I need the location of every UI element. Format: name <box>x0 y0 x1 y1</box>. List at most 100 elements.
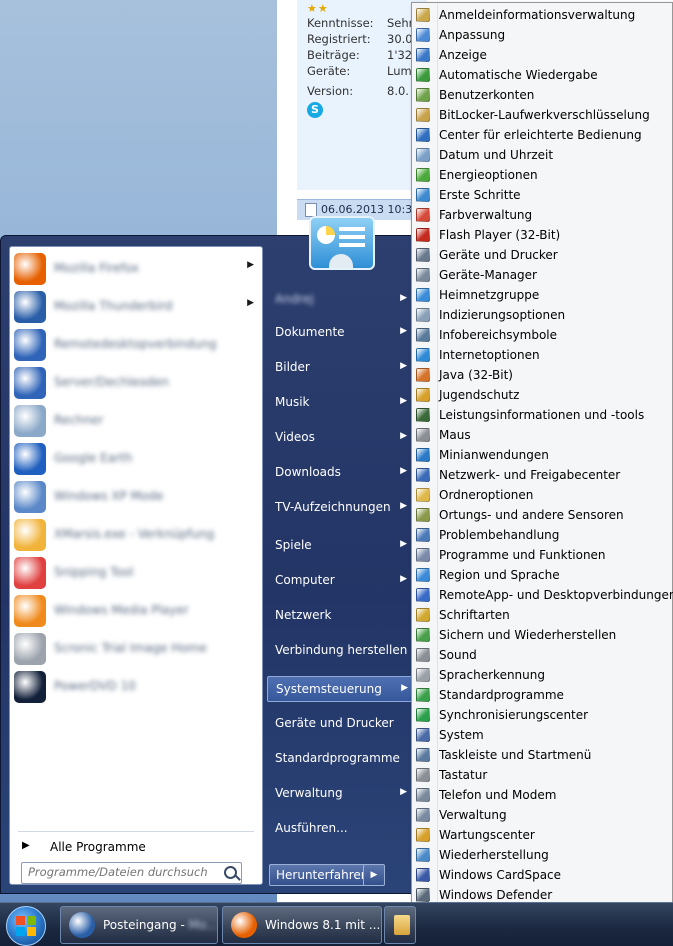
network-center-icon <box>416 468 430 482</box>
control-panel-item[interactable]: Anpassung <box>412 25 672 45</box>
user-picture-icon[interactable] <box>309 216 375 270</box>
program-item[interactable]: Mozilla Thunderbird ▶ <box>12 289 260 325</box>
control-panel-item-label: Tastatur <box>439 768 488 782</box>
control-panel-item[interactable]: Energieoptionen <box>412 165 672 185</box>
control-panel-item[interactable]: Internetoptionen <box>412 345 672 365</box>
remote-desktop-icon <box>14 329 46 361</box>
start-link-geräte-und-drucker[interactable]: Geräte und Drucker <box>267 711 411 735</box>
taskbar-button-explorer[interactable] <box>384 906 416 944</box>
control-panel-item[interactable]: Datum und Uhrzeit <box>412 145 672 165</box>
control-panel-item[interactable]: Benutzerkonten <box>412 85 672 105</box>
control-panel-item-label: Geräte und Drucker <box>439 248 558 262</box>
control-panel-item[interactable]: Windows CardSpace <box>412 865 672 885</box>
control-panel-item[interactable]: Schriftarten <box>412 605 672 625</box>
control-panel-item[interactable]: Taskleiste und Startmenü <box>412 745 672 765</box>
control-panel-item[interactable]: Synchronisierungscenter <box>412 705 672 725</box>
control-panel-item[interactable]: Netzwerk- und Freigabecenter <box>412 465 672 485</box>
control-panel-item[interactable]: Erste Schritte <box>412 185 672 205</box>
program-item[interactable]: PowerDVD 10 <box>12 669 260 705</box>
start-link-andrej[interactable]: Andrej ▶ <box>267 287 411 311</box>
control-panel-item[interactable]: Anzeige <box>412 45 672 65</box>
control-panel-item[interactable]: Sound <box>412 645 672 665</box>
taskbar-button[interactable]: Posteingang - Mo... <box>60 906 218 944</box>
control-panel-item[interactable]: Problembehandlung <box>412 525 672 545</box>
taskbar-button-label: Posteingang - Mo... <box>103 918 217 932</box>
control-panel-item[interactable]: Region und Sprache <box>412 565 672 585</box>
start-link-standardprogramme[interactable]: Standardprogramme <box>267 746 411 770</box>
start-link-downloads[interactable]: Downloads ▶ <box>267 460 411 484</box>
control-panel-item[interactable]: RemoteApp- und Desktopverbindungen <box>412 585 673 605</box>
control-panel-item[interactable]: Wiederherstellung <box>412 845 672 865</box>
start-link-systemsteuerung[interactable]: Systemsteuerung ▶ <box>267 676 413 702</box>
program-item[interactable]: Remotedesktopverbindung <box>12 327 260 363</box>
control-panel-item[interactable]: Programme und Funktionen <box>412 545 672 565</box>
control-panel-item[interactable]: Java (32-Bit) <box>412 365 672 385</box>
start-link-verbindung-herstellen[interactable]: Verbindung herstellen <box>267 638 411 662</box>
control-panel-item-label: Infobereichsymbole <box>439 328 558 342</box>
program-item[interactable]: Google Earth <box>12 441 260 477</box>
start-link-tv-aufzeichnungen[interactable]: TV-Aufzeichnungen ▶ <box>267 495 411 519</box>
control-panel-item[interactable]: Minianwendungen <box>412 445 672 465</box>
start-link-videos[interactable]: Videos ▶ <box>267 425 411 449</box>
control-panel-item[interactable]: Flash Player (32-Bit) <box>412 225 672 245</box>
control-panel-item-label: Internetoptionen <box>439 348 540 362</box>
control-panel-item[interactable]: Standardprogramme <box>412 685 672 705</box>
profile-value: Sehr <box>387 16 414 30</box>
control-panel-item[interactable]: Farbverwaltung <box>412 205 672 225</box>
search-box[interactable] <box>21 862 242 884</box>
start-link-ausführen[interactable]: Ausführen... <box>267 816 411 840</box>
control-panel-item[interactable]: Jugendschutz <box>412 385 672 405</box>
program-item[interactable]: Scronic Trial Image Home <box>12 631 260 667</box>
control-panel-item[interactable]: Ortungs- und andere Sensoren <box>412 505 672 525</box>
start-button[interactable] <box>6 906 46 946</box>
control-panel-item[interactable]: Anmeldeinformationsverwaltung <box>412 5 672 25</box>
control-panel-item[interactable]: Geräte und Drucker <box>412 245 672 265</box>
control-panel-item-label: Verwaltung <box>439 808 507 822</box>
program-item[interactable]: XMarsis.exe - Verknüpfung <box>12 517 260 553</box>
control-panel-item[interactable]: Sichern und Wiederherstellen <box>412 625 672 645</box>
control-panel-item[interactable]: Verwaltung <box>412 805 672 825</box>
start-link-dokumente[interactable]: Dokumente ▶ <box>267 320 411 344</box>
skype-icon[interactable]: S <box>307 102 323 118</box>
search-input[interactable] <box>28 865 208 879</box>
program-item[interactable]: Snipping Tool <box>12 555 260 591</box>
control-panel-item[interactable]: Indizierungsoptionen <box>412 305 672 325</box>
start-link-spiele[interactable]: Spiele ▶ <box>267 533 411 557</box>
xp-mode-icon <box>14 481 46 513</box>
control-panel-item-label: Standardprogramme <box>439 688 564 702</box>
start-link-bilder[interactable]: Bilder ▶ <box>267 355 411 379</box>
program-item[interactable]: Mozilla Firefox ▶ <box>12 251 260 287</box>
control-panel-item-label: Spracherkennung <box>439 668 545 682</box>
control-panel-item[interactable]: Heimnetzgruppe <box>412 285 672 305</box>
start-link-verwaltung[interactable]: Verwaltung ▶ <box>267 781 411 805</box>
search-icon[interactable] <box>224 866 237 879</box>
control-panel-item[interactable]: Tastatur <box>412 765 672 785</box>
program-item[interactable]: Rechner <box>12 403 260 439</box>
program-item[interactable]: Windows XP Mode <box>12 479 260 515</box>
control-panel-item[interactable]: Infobereichsymbole <box>412 325 672 345</box>
program-item[interactable]: Server/Dechleoden <box>12 365 260 401</box>
control-panel-item[interactable]: Ordneroptionen <box>412 485 672 505</box>
control-panel-item[interactable]: Leistungsinformationen und -tools <box>412 405 672 425</box>
control-panel-item[interactable]: Wartungscenter <box>412 825 672 845</box>
start-link-netzwerk[interactable]: Netzwerk <box>267 603 411 627</box>
start-link-computer[interactable]: Computer ▶ <box>267 568 411 592</box>
start-link-musik[interactable]: Musik ▶ <box>267 390 411 414</box>
control-panel-item-label: Problembehandlung <box>439 528 560 542</box>
control-panel-item[interactable]: Geräte-Manager <box>412 265 672 285</box>
control-panel-item[interactable]: Telefon und Modem <box>412 785 672 805</box>
program-item[interactable]: Windows Media Player <box>12 593 260 629</box>
taskbar-button[interactable]: Windows 8.1 mit ... <box>222 906 382 944</box>
control-panel-item[interactable]: System <box>412 725 672 745</box>
control-panel-item[interactable]: Center für erleichterte Bedienung <box>412 125 672 145</box>
control-panel-item[interactable]: Maus <box>412 425 672 445</box>
submenu-arrow-icon: ▶ <box>400 361 407 371</box>
powerdvd-icon <box>14 671 46 703</box>
control-panel-item[interactable]: Spracherkennung <box>412 665 672 685</box>
program-label: PowerDVD 10 <box>54 679 136 693</box>
all-programs-button[interactable]: ▶ Alle Programme <box>18 838 254 858</box>
control-panel-item[interactable]: BitLocker-Laufwerkverschlüsselung <box>412 105 672 125</box>
shutdown-button[interactable]: Herunterfahren <box>269 864 368 886</box>
control-panel-item[interactable]: Automatische Wiedergabe <box>412 65 672 85</box>
shutdown-options-button[interactable]: ▶ <box>363 864 385 886</box>
